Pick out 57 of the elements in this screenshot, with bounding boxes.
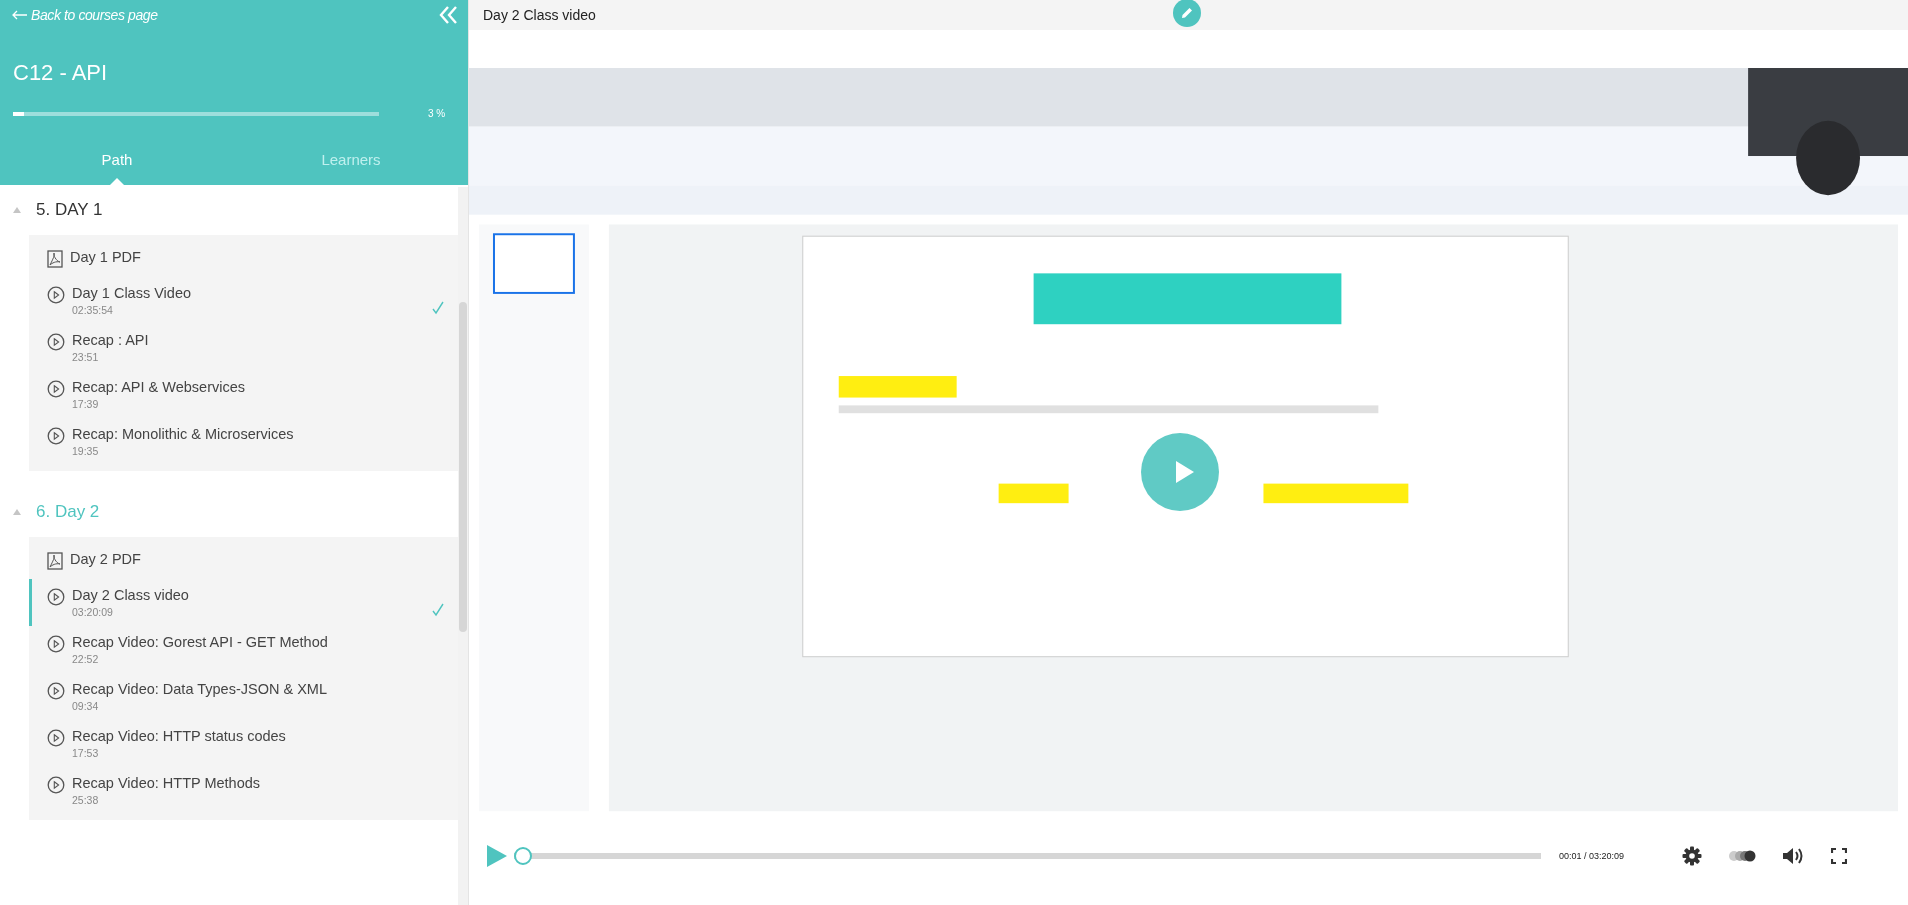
lesson-item[interactable]: Recap Video: HTTP Methods 25:38 xyxy=(29,767,458,814)
lesson-item[interactable]: Recap Video: Gorest API - GET Method 22:52 xyxy=(29,626,458,673)
play-circle-icon xyxy=(47,776,65,794)
lesson-duration: 02:35:54 xyxy=(72,304,114,316)
play-circle-icon xyxy=(47,729,65,747)
lesson-item[interactable]: Day 1 Class Video 02:35:54 xyxy=(29,277,458,324)
lesson-duration: 03:20:09 xyxy=(72,606,114,618)
lesson-title: Recap: API & Webservices xyxy=(72,379,246,395)
lesson-item[interactable]: Day 2 PDF xyxy=(29,543,458,579)
lesson-item[interactable]: Recap Video: Data Types-JSON & XML 09:34 xyxy=(29,673,458,720)
lesson-duration: 09:34 xyxy=(72,700,100,712)
course-title: C12 - API xyxy=(13,60,109,86)
lesson-duration: 17:53 xyxy=(72,747,100,759)
lesson-title: Recap Video: HTTP Methods xyxy=(72,775,262,791)
lesson-duration: 23:51 xyxy=(72,351,100,363)
section-title[interactable]: 5. DAY 1 xyxy=(36,200,103,220)
play-circle-icon xyxy=(47,380,65,398)
collapse-triangle-icon[interactable] xyxy=(12,508,22,516)
lesson-title: Recap Video: HTTP status codes xyxy=(72,728,287,744)
pencil-icon xyxy=(1180,6,1194,20)
lesson-item[interactable]: Recap : API 23:51 xyxy=(29,324,458,371)
play-circle-icon xyxy=(47,635,65,653)
lesson-duration: 19:35 xyxy=(72,445,100,457)
lesson-title: Recap: Monolithic & Microservices xyxy=(72,426,295,442)
play-circle-icon xyxy=(47,333,65,351)
scrollbar[interactable] xyxy=(458,187,468,905)
edit-button[interactable] xyxy=(1173,0,1201,27)
lesson-title: Day 1 PDF xyxy=(70,249,142,265)
collapse-triangle-icon[interactable] xyxy=(12,206,22,214)
play-circle-icon xyxy=(47,682,65,700)
play-icon[interactable] xyxy=(486,844,508,868)
video-time: 00:01 / 03:20:09 xyxy=(1559,851,1625,861)
lesson-item[interactable]: Recap: Monolithic & Microservices 19:35 xyxy=(29,418,458,465)
play-circle-icon xyxy=(47,286,65,304)
play-circle-icon xyxy=(47,588,65,606)
collapse-icon[interactable] xyxy=(438,5,458,25)
lesson-heading: Day 2 Class video xyxy=(483,7,596,23)
lesson-duration: 25:38 xyxy=(72,794,100,806)
lesson-title: Recap : API xyxy=(72,332,150,348)
lesson-title: Day 2 Class video xyxy=(72,587,190,603)
speed-toggle-icon[interactable] xyxy=(1727,849,1758,863)
lesson-title: Recap Video: Gorest API - GET Method xyxy=(72,634,329,650)
lesson-title: Day 1 Class Video xyxy=(72,285,193,301)
lesson-item[interactable]: Day 1 PDF xyxy=(29,241,458,277)
lesson-duration: 17:39 xyxy=(72,398,100,410)
lesson-item[interactable]: Recap Video: HTTP status codes 17:53 xyxy=(29,720,458,767)
lesson-duration: 22:52 xyxy=(72,653,100,665)
pdf-icon xyxy=(47,250,63,268)
settings-icon[interactable] xyxy=(1682,846,1703,866)
fullscreen-icon[interactable] xyxy=(1831,848,1848,864)
progress-percent: 3 % xyxy=(428,108,446,119)
arrow-left-icon xyxy=(12,10,28,20)
lesson-title: Day 2 PDF xyxy=(70,551,142,567)
lesson-item[interactable]: Recap: API & Webservices 17:39 xyxy=(29,371,458,418)
pdf-icon xyxy=(47,552,63,570)
play-circle-icon xyxy=(47,427,65,445)
lesson-title: Recap Video: Data Types-JSON & XML xyxy=(72,681,328,697)
